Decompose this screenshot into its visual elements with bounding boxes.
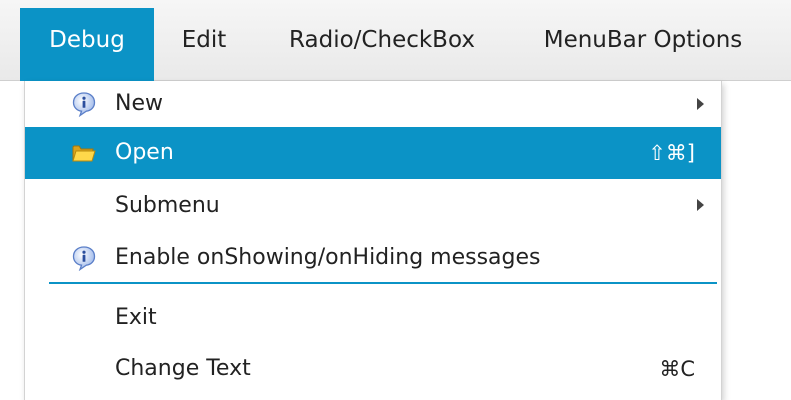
menu-item-change-text-label: Change Text (115, 356, 251, 381)
menu-separator (49, 282, 717, 284)
menu-debug[interactable]: Debug (20, 8, 154, 81)
info-icon (71, 245, 97, 272)
menu-bar: Debug Edit Radio/CheckBox MenuBar Option… (0, 0, 791, 81)
menu-item-open-shortcut: ⇧⌘] (648, 141, 695, 165)
menu-item-change-text-shortcut: ⌘C (659, 357, 695, 381)
menu-radio-checkbox-label: Radio/CheckBox (289, 27, 475, 53)
submenu-arrow-icon (697, 199, 704, 211)
menu-edit[interactable]: Edit (164, 8, 244, 81)
debug-dropdown-menu: New Open ⇧⌘] Submenu Enable onShowing/on… (24, 81, 722, 400)
menu-menubar-options[interactable]: MenuBar Options (520, 8, 766, 81)
menu-item-submenu[interactable]: Submenu (25, 180, 721, 232)
menu-item-enable-messages-label: Enable onShowing/onHiding messages (115, 245, 541, 270)
menu-menubar-options-label: MenuBar Options (543, 27, 743, 53)
submenu-arrow-icon (697, 98, 704, 110)
menu-radio-checkbox[interactable]: Radio/CheckBox (262, 8, 502, 81)
menu-item-exit-label: Exit (115, 305, 157, 330)
menu-item-new[interactable]: New (25, 81, 721, 127)
menu-item-change-text[interactable]: Change Text ⌘C (25, 343, 721, 395)
menu-edit-label: Edit (181, 27, 227, 53)
menu-item-open-label: Open (115, 140, 174, 165)
menu-item-new-label: New (115, 91, 163, 116)
folder-icon (71, 140, 97, 166)
menu-item-enable-messages[interactable]: Enable onShowing/onHiding messages (25, 232, 721, 284)
menu-item-exit[interactable]: Exit (25, 292, 721, 344)
menu-debug-label: Debug (49, 27, 125, 53)
info-icon (71, 91, 97, 118)
menu-item-open[interactable]: Open ⇧⌘] (25, 127, 721, 179)
menu-item-submenu-label: Submenu (115, 193, 220, 218)
app-window: Debug Edit Radio/CheckBox MenuBar Option… (0, 0, 791, 400)
